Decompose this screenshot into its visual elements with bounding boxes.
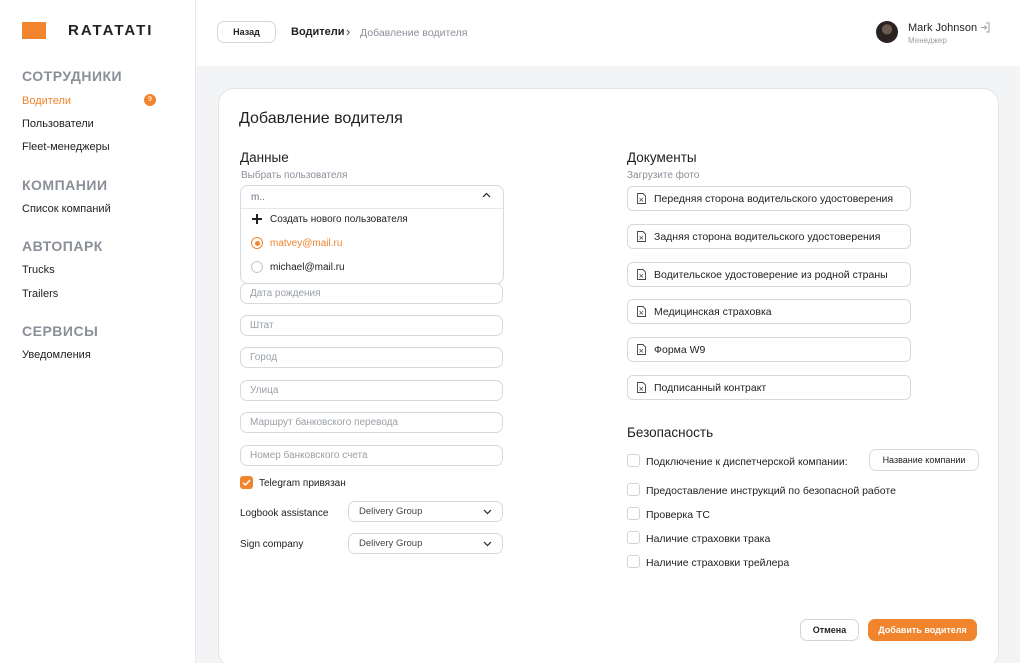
sidebar: RATATATI СОТРУДНИКИ Водители 9 Пользоват… — [0, 0, 196, 663]
sidebar-item-users[interactable]: Пользователи — [22, 118, 94, 130]
user-option-label: matvey@mail.ru — [270, 237, 343, 249]
trailer-insurance-checkbox[interactable] — [627, 555, 640, 568]
logbook-select-value: Delivery Group — [359, 506, 423, 517]
vehicle-check-checkbox[interactable] — [627, 507, 640, 520]
document-label: Водительское удостоверение из родной стр… — [654, 268, 888, 281]
dropdown-divider — [241, 208, 503, 209]
vehicle-check-label: Проверка ТС — [646, 509, 710, 521]
check-icon — [242, 479, 251, 487]
nav-section-services: СЕРВИСЫ — [22, 323, 99, 339]
dispatch-company-label: Подключение к диспетчерской компании: — [646, 456, 848, 468]
nav-section-fleet: АВТОПАРК — [22, 238, 103, 254]
add-driver-card: Добавление водителя Данные Выбрать польз… — [218, 88, 999, 663]
data-section-title: Данные — [240, 150, 289, 165]
file-icon — [637, 269, 646, 280]
back-button[interactable]: Назад — [217, 21, 276, 43]
upload-signed-contract-button[interactable]: Подписанный контракт — [627, 375, 911, 400]
user-role: Менеджер — [908, 36, 947, 45]
breadcrumb-separator-icon: › — [346, 24, 351, 39]
breadcrumb-current: Добавление водителя — [360, 27, 468, 39]
sign-company-select-value: Delivery Group — [359, 538, 423, 549]
sidebar-item-company-list[interactable]: Список компаний — [22, 203, 111, 215]
logout-icon[interactable] — [980, 22, 990, 33]
birth-date-field[interactable]: Дата рождения — [240, 283, 503, 304]
sidebar-item-fleet-managers[interactable]: Fleet-менеджеры — [22, 141, 110, 153]
user-option-matvey[interactable]: matvey@mail.ru — [251, 237, 342, 249]
upload-w9-button[interactable]: Форма W9 — [627, 337, 911, 362]
file-icon — [637, 231, 646, 242]
telegram-checkbox[interactable] — [240, 476, 253, 489]
document-label: Задняя сторона водительского удостоверен… — [654, 230, 881, 243]
logbook-label: Logbook assistance — [240, 508, 329, 519]
city-field[interactable]: Город — [240, 347, 503, 368]
chevron-down-icon — [483, 541, 492, 547]
chevron-up-icon[interactable] — [482, 192, 491, 198]
user-option-label: michael@mail.ru — [270, 261, 345, 273]
avatar[interactable] — [876, 21, 898, 43]
drivers-count-badge: 9 — [144, 94, 156, 106]
sidebar-item-notifications[interactable]: Уведомления — [22, 349, 91, 361]
safety-instructions-label: Предоставление инструкций по безопасной … — [646, 485, 896, 497]
page-title: Добавление водителя — [239, 110, 403, 127]
file-icon — [637, 382, 646, 393]
sign-company-label: Sign company — [240, 539, 304, 550]
add-driver-button[interactable]: Добавить водителя — [868, 619, 977, 641]
security-section-title: Безопасность — [627, 425, 714, 440]
state-field[interactable]: Штат — [240, 315, 503, 336]
create-user-label: Создать нового пользователя — [270, 213, 408, 225]
upload-license-front-button[interactable]: Передняя сторона водительского удостовер… — [627, 186, 911, 211]
user-option-michael[interactable]: michael@mail.ru — [251, 261, 345, 273]
document-label: Передняя сторона водительского удостовер… — [654, 192, 894, 205]
logo-text: RATATATI — [68, 22, 154, 39]
document-label: Форма W9 — [654, 343, 706, 356]
plus-icon — [251, 213, 263, 225]
document-label: Подписанный контракт — [654, 381, 767, 394]
logo[interactable]: RATATATI — [22, 22, 151, 39]
street-field[interactable]: Улица — [240, 380, 503, 401]
breadcrumb-drivers[interactable]: Водители — [291, 26, 345, 38]
document-label: Медицинская страховка — [654, 305, 772, 318]
top-header: Назад Водители › Добавление водителя Mar… — [196, 0, 1020, 66]
file-icon — [637, 344, 646, 355]
sidebar-item-trucks[interactable]: Trucks — [22, 264, 55, 276]
company-name-button[interactable]: Название компании — [869, 449, 979, 471]
account-number-field[interactable]: Номер банковского счета — [240, 445, 503, 466]
user-select-dropdown[interactable]: m.. Создать нового пользователя matvey@m… — [240, 185, 504, 284]
upload-license-back-button[interactable]: Задняя сторона водительского удостоверен… — [627, 224, 911, 249]
truck-insurance-label: Наличие страховки трака — [646, 533, 771, 545]
cancel-button[interactable]: Отмена — [800, 619, 859, 641]
user-search-input[interactable]: m.. — [251, 192, 265, 203]
truck-insurance-checkbox[interactable] — [627, 531, 640, 544]
select-user-hint: Выбрать пользователя — [241, 170, 348, 181]
documents-section-title: Документы — [627, 150, 697, 165]
nav-section-employees: СОТРУДНИКИ — [22, 68, 123, 84]
sidebar-item-drivers[interactable]: Водители — [22, 95, 71, 107]
radio-icon[interactable] — [251, 261, 263, 273]
sign-company-select[interactable]: Delivery Group — [348, 533, 503, 554]
upload-photo-hint: Загрузите фото — [627, 170, 700, 181]
dispatch-company-checkbox[interactable] — [627, 454, 640, 467]
radio-selected-icon[interactable] — [251, 237, 263, 249]
sidebar-item-trailers[interactable]: Trailers — [22, 288, 58, 300]
file-icon — [637, 193, 646, 204]
create-user-option[interactable]: Создать нового пользователя — [251, 213, 408, 225]
upload-medical-insurance-button[interactable]: Медицинская страховка — [627, 299, 911, 324]
chevron-down-icon — [483, 509, 492, 515]
logbook-select[interactable]: Delivery Group — [348, 501, 503, 522]
upload-home-license-button[interactable]: Водительское удостоверение из родной стр… — [627, 262, 911, 287]
routing-number-field[interactable]: Маршрут банковского перевода — [240, 412, 503, 433]
user-name: Mark Johnson — [908, 22, 978, 34]
logo-mark — [22, 22, 46, 39]
safety-instructions-checkbox[interactable] — [627, 483, 640, 496]
telegram-label: Telegram привязан — [259, 478, 346, 489]
nav-section-companies: КОМПАНИИ — [22, 177, 108, 193]
trailer-insurance-label: Наличие страховки трейлера — [646, 557, 790, 569]
file-icon — [637, 306, 646, 317]
